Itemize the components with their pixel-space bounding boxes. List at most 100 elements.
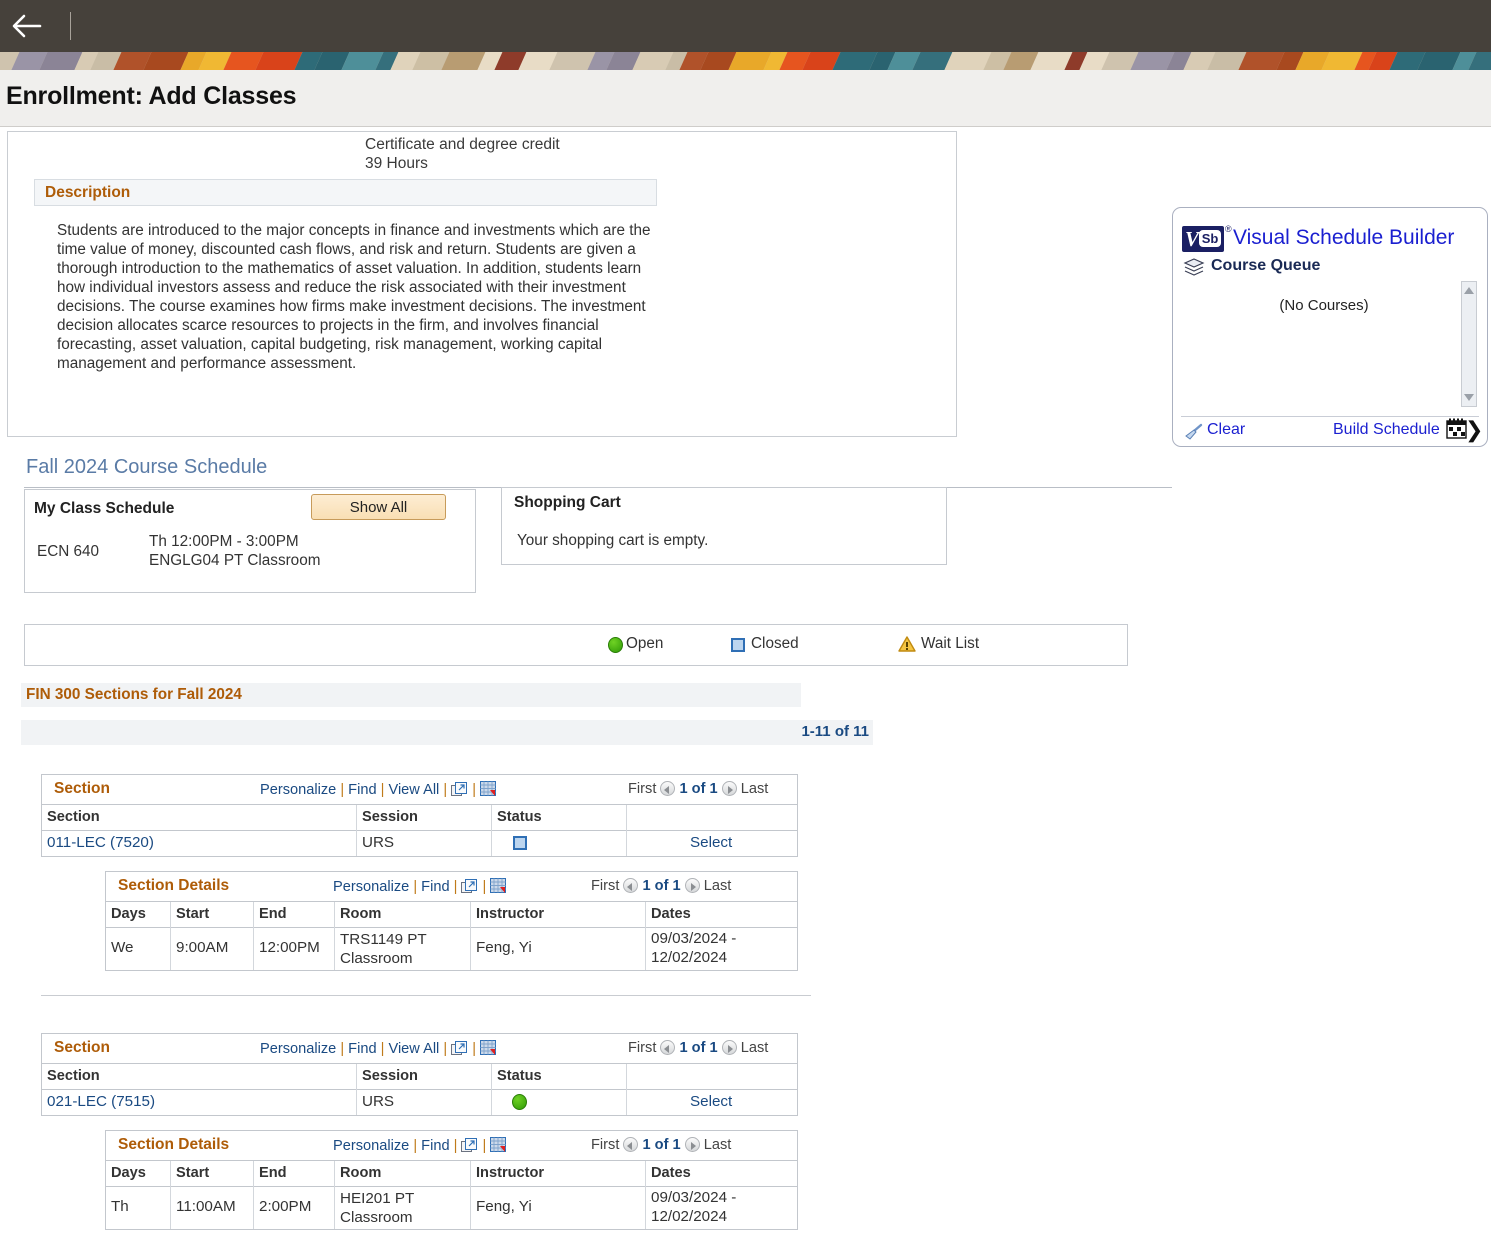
my-class-schedule-title: My Class Schedule [34,500,174,518]
personalize-link-d2[interactable]: Personalize [333,1138,409,1154]
section-grid-2: Section Personalize | Find | View All | … [41,1033,798,1116]
prev-page-arrow-2[interactable] [660,1040,675,1055]
decorative-banner-strip [0,52,1491,70]
course-queue-scrollbar[interactable] [1461,281,1477,407]
section-grid-1-title: Section [54,780,110,798]
next-page-arrow-1[interactable] [722,781,737,796]
scroll-down-arrow-icon[interactable] [1462,391,1476,404]
page-position-d1: 1 of 1 [643,878,681,894]
prev-page-arrow-d2[interactable] [623,1137,638,1152]
personalize-link-2[interactable]: Personalize [260,1041,336,1057]
next-page-arrow-d2[interactable] [685,1137,700,1152]
vsb-logo-v: V [1185,227,1199,252]
table-row: We 9:00AM 12:00PM TRS1149 PT Classroom F… [106,928,797,970]
col-status-1: Status [497,809,542,825]
personalize-link-1[interactable]: Personalize [260,782,336,798]
view-all-link-2[interactable]: View All [388,1041,439,1057]
shopping-cart-title: Shopping Cart [514,494,621,512]
last-label-d2[interactable]: Last [704,1137,732,1153]
build-schedule-link[interactable]: Build Schedule [1333,421,1440,439]
last-label-d1[interactable]: Last [704,878,732,894]
next-page-arrow-2[interactable] [722,1040,737,1055]
view-all-link-1[interactable]: View All [388,782,439,798]
section-grid-2-nav: First 1 of 1 Last [628,1040,768,1056]
course-queue-empty-message: (No Courses) [1183,297,1465,314]
find-link-d1[interactable]: Find [421,879,449,895]
layers-icon [1183,258,1205,276]
first-label-d2[interactable]: First [591,1137,619,1153]
clear-queue-link[interactable]: Clear [1207,421,1245,439]
select-link-2[interactable]: Select [690,1093,732,1110]
section-link-2[interactable]: 021-LEC (7515) [47,1093,155,1110]
find-link-2[interactable]: Find [348,1041,376,1057]
sections-heading-label: FIN 300 Sections for Fall 2024 [26,686,242,704]
col-session-1: Session [362,809,418,825]
show-all-button[interactable]: Show All [311,494,446,520]
prev-page-arrow-d1[interactable] [623,878,638,893]
expand-icon-2[interactable] [451,1041,468,1056]
table-row: Th 11:00AM 2:00PM HEI201 PT Classroom Fe… [106,1187,797,1229]
section-details-1-header: Section Details Personalize | Find | | F… [106,872,797,902]
col-section-1: Section [47,809,100,825]
description-header: Description [34,179,657,206]
section-details-grid-1: Section Details Personalize | Find | | F… [105,871,798,971]
chevron-right-icon[interactable]: ❯ [1465,418,1483,443]
sections-heading-bar: FIN 300 Sections for Fall 2024 [21,683,801,707]
section-details-grid-2: Section Details Personalize | Find | | F… [105,1130,798,1230]
course-queue-label: Course Queue [1211,257,1320,275]
page-position-2: 1 of 1 [680,1040,718,1056]
expand-icon-d1[interactable] [461,879,478,894]
start-value-1: 9:00AM [176,939,228,956]
find-link-d2[interactable]: Find [421,1138,449,1154]
grid-download-icon-1[interactable] [480,781,497,797]
vsb-logo-icon: V Sb [1182,226,1224,252]
personalize-link-d1[interactable]: Personalize [333,879,409,895]
days-value-1: We [111,939,134,956]
grid-download-icon-d1[interactable] [490,878,507,894]
section-details-1-nav: First 1 of 1 Last [591,878,731,894]
section-details-2-title: Section Details [118,1136,229,1154]
page-title: Enrollment: Add Classes [6,82,296,111]
course-queue-list: (No Courses) [1183,281,1465,407]
section-grid-1-header: Section Personalize | Find | View All | … [42,775,797,805]
days-value-2: Th [111,1198,129,1215]
registered-mark: ® [1225,224,1232,234]
find-link-1[interactable]: Find [348,782,376,798]
expand-icon-d2[interactable] [461,1138,478,1153]
section-details-1-title: Section Details [118,877,229,895]
col-room-1: Room [340,906,381,922]
instructor-value-2: Feng, Yi [476,1198,532,1215]
expand-icon-1[interactable] [451,782,468,797]
status-legend: Open Closed Wait List [24,624,1128,666]
first-label-1[interactable]: First [628,781,656,797]
scroll-up-arrow-icon[interactable] [1462,284,1476,297]
col-days-1: Days [111,906,146,922]
end-value-2: 2:00PM [259,1198,311,1215]
col-start-2: Start [176,1165,209,1181]
select-link-1[interactable]: Select [690,834,732,851]
my-class-schedule-box: My Class Schedule Show All ECN 640 Th 12… [24,489,476,593]
vsb-footer-divider [1181,416,1479,417]
status-open-icon-2 [512,1094,527,1110]
first-label-2[interactable]: First [628,1040,656,1056]
details-2-column-headers: Days Start End Room Instructor Dates [106,1161,797,1187]
next-page-arrow-d1[interactable] [685,878,700,893]
room-value-1: TRS1149 PT Classroom [340,930,464,968]
last-label-2[interactable]: Last [741,1040,769,1056]
prev-page-arrow-1[interactable] [660,781,675,796]
last-label-1[interactable]: Last [741,781,769,797]
session-value-2: URS [362,1093,394,1110]
topbar-divider [70,12,71,40]
section-link-1[interactable]: 011-LEC (7520) [47,834,154,851]
page-position-d2: 1 of 1 [643,1137,681,1153]
session-value-1: URS [362,834,394,851]
grid-download-icon-2[interactable] [480,1040,497,1056]
back-arrow-icon[interactable] [10,10,46,42]
section-details-1-toolbar: Personalize | Find | | [333,878,507,895]
first-label-d1[interactable]: First [591,878,619,894]
grid-download-icon-d2[interactable] [490,1137,507,1153]
page-title-bar: Enrollment: Add Classes [0,70,1491,127]
status-closed-icon-1 [513,836,527,850]
top-navigation-bar [0,0,1491,52]
vsb-title: Visual Schedule Builder [1233,226,1454,250]
